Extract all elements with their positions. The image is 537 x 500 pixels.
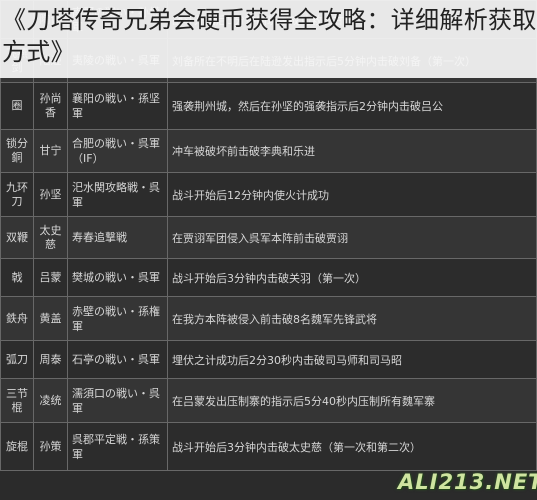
article-title: 《刀塔传奇兄弟会硬币获得全攻略：详细解析获取方式》 [2, 6, 537, 66]
table-row: 圈孙尚香 襄阳の戦い・孫坚軍 强袭荆州城，然后在孙坚的强袭指示后2分钟内击破吕公 [0, 82, 537, 130]
officer-name-cell: 黄盖 [33, 296, 68, 341]
weapon-name-cell: 圈 [0, 82, 34, 130]
table-row: 旋棍 孙策 呉郡平定戦・孫策軍 战斗开始后3分钟内击破太史慈（第一次和第二次） [0, 422, 537, 471]
table-row: 弧刀 周泰 石亭の戦い・呉軍 埋伏之计成功后2分30秒内击破司马师和司马昭 [0, 340, 537, 379]
site-watermark: ALI213.NET [398, 470, 537, 494]
stage-name-cell: 赤壁の戦い・孫権軍 [67, 296, 168, 341]
officer-name-cell: 吕蒙 [33, 258, 68, 297]
table-row: 九环刀 孙坚 汜水関攻略戦・呉軍 战斗开始后12分钟内使火计成功 [0, 172, 537, 217]
weapon-name-cell: 戟 [0, 258, 34, 297]
table-row: 鉄舟 黄盖 赤壁の戦い・孫権軍 在我方本阵被侵入前击破8名魏军先锋武将 [0, 296, 537, 341]
officer-name-cell: 孙坚 [33, 172, 68, 217]
table-row: 戟吕蒙 樊城の戦い・呉軍 战斗开始后3分钟内击破关羽（第一次） [0, 258, 537, 297]
stage-name-cell: 樊城の戦い・呉軍 [67, 258, 168, 297]
condition-cell: 冲车被破坏前击破李典和乐进 [167, 129, 537, 173]
table-row: 双鞭 太史慈 寿春追撃戦 在贾诩军团侵入呉军本阵前击破贾诩 [0, 216, 537, 259]
officer-name-cell: 孙尚香 [33, 82, 68, 130]
weapon-name-cell: 九环刀 [0, 172, 34, 217]
condition-cell: 埋伏之计成功后2分30秒内击破司马师和司马昭 [167, 340, 537, 379]
table-row: 三节棍 凌统 濡須口の戦い・呉軍 在吕蒙发出压制寨的指示后5分40秒内压制所有魏军寨 [0, 378, 537, 423]
stage-name-cell: 合肥の戦い・呉軍（IF） [67, 129, 168, 173]
weapon-name-cell: 双鞭 [0, 216, 34, 259]
officer-name-cell: 周泰 [33, 340, 68, 379]
officer-name-cell: 甘宁 [33, 129, 68, 173]
weapon-name-cell: 锁分銅 [0, 129, 34, 173]
stage-name-cell: 襄阳の戦い・孫坚軍 [67, 82, 168, 130]
condition-cell: 在吕蒙发出压制寨的指示后5分40秒内压制所有魏军寨 [167, 378, 537, 423]
condition-cell: 战斗开始后3分钟内击破关羽（第一次） [167, 258, 537, 297]
stage-name-cell: 汜水関攻略戦・呉軍 [67, 172, 168, 217]
weapon-name-cell: 旋棍 [0, 422, 34, 471]
title-banner: 《刀塔传奇兄弟会硬币获得全攻略：详细解析获取方式》 [0, 0, 537, 78]
condition-cell: 强袭荆州城，然后在孙坚的强袭指示后2分钟内击破吕公 [167, 82, 537, 130]
officer-name-cell: 凌统 [33, 378, 68, 423]
weapon-name-cell: 鉄舟 [0, 296, 34, 341]
table-row: 锁分銅 甘宁 合肥の戦い・呉軍（IF） 冲车被破坏前击破李典和乐进 [0, 129, 537, 173]
stage-name-cell: 濡須口の戦い・呉軍 [67, 378, 168, 423]
condition-cell: 战斗开始后3分钟内击破太史慈（第一次和第二次） [167, 422, 537, 471]
stage-name-cell: 寿春追撃戦 [67, 216, 168, 259]
weapon-name-cell: 弧刀 [0, 340, 34, 379]
weapon-name-cell: 三节棍 [0, 378, 34, 423]
stage-name-cell: 呉郡平定戦・孫策軍 [67, 422, 168, 471]
officer-name-cell: 孙策 [33, 422, 68, 471]
condition-cell: 战斗开始后12分钟内使火计成功 [167, 172, 537, 217]
stage-name-cell: 石亭の戦い・呉軍 [67, 340, 168, 379]
condition-cell: 在我方本阵被侵入前击破8名魏军先锋武将 [167, 296, 537, 341]
officer-name-cell: 太史慈 [33, 216, 68, 259]
condition-cell: 在贾诩军团侵入呉军本阵前击破贾诩 [167, 216, 537, 259]
